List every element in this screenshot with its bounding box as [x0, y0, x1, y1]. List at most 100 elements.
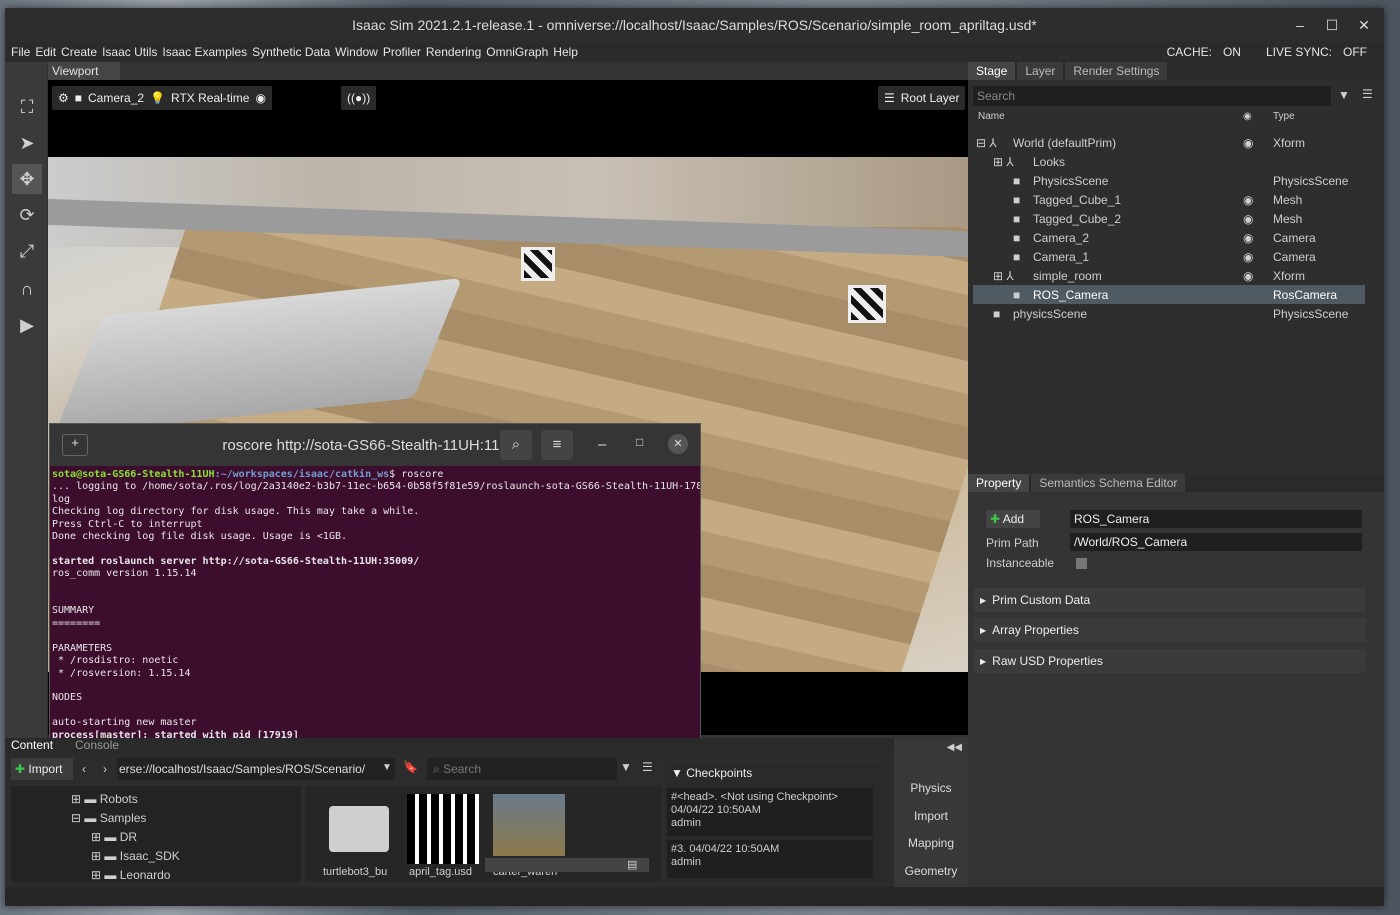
maximize-icon[interactable]: □	[636, 435, 643, 449]
section-array-properties[interactable]: ▶ Array Properties	[974, 618, 1366, 642]
eye-icon[interactable]: ◉	[1243, 193, 1273, 207]
menu-isaac-examples[interactable]: Isaac Examples	[162, 45, 247, 59]
tab-layer[interactable]: Layer	[1017, 62, 1064, 80]
terminal-titlebar[interactable]: + roscore http://sota-GS66-Stealth-11UH:…	[50, 424, 700, 466]
menu-help[interactable]: Help	[553, 45, 578, 59]
tab-console[interactable]: Console	[75, 738, 119, 752]
tab-property[interactable]: Property	[968, 474, 1030, 492]
checkpoint-item[interactable]: #<head>. <Not using Checkpoint> 04/04/22…	[667, 788, 873, 836]
expand-icon[interactable]: ⊞ ⅄	[973, 155, 1033, 169]
eye-icon[interactable]: ◉	[1243, 269, 1273, 283]
broadcast-icon[interactable]: ((●))	[341, 86, 377, 110]
content-search-input[interactable]: ⌕ Search	[427, 758, 617, 780]
menu-edit[interactable]: Edit	[35, 45, 56, 59]
close-icon[interactable]: ✕	[1353, 14, 1375, 36]
eye-icon[interactable]: ◉	[1243, 212, 1273, 226]
camera-name[interactable]: Camera_2	[88, 91, 144, 105]
rotate-icon[interactable]: ⟳	[12, 200, 42, 230]
tree-row-selected[interactable]: ■ ROS_Camera RosCamera	[973, 285, 1365, 304]
menu-rendering[interactable]: Rendering	[426, 45, 481, 59]
warehouse-thumbnail[interactable]	[493, 794, 565, 856]
menu-synthetic-data[interactable]: Synthetic Data	[252, 45, 330, 59]
tree-row[interactable]: ■ Tagged_Cube_1 ◉ Mesh	[973, 190, 1365, 209]
prim-path-field[interactable]: /World/ROS_Camera	[1070, 533, 1362, 551]
options-icon[interactable]: ☰	[642, 760, 653, 774]
move-icon[interactable]: ✥	[12, 164, 42, 194]
new-tab-icon[interactable]: +	[62, 434, 88, 456]
tree-folder[interactable]: ⊞ ▬ Isaac_SDK	[91, 849, 180, 863]
terminal-output[interactable]: sota@sota-GS66-Stealth-11UH:~/workspaces…	[50, 466, 700, 747]
dropdown-arrow-icon[interactable]: ▼	[382, 762, 392, 773]
bookmark-icon[interactable]: 🔖	[403, 760, 418, 774]
checkpoints-header[interactable]: ▼ Checkpoints	[665, 764, 887, 782]
section-raw-usd-properties[interactable]: ▶ Raw USD Properties	[974, 649, 1366, 673]
forward-icon[interactable]: ›	[103, 762, 107, 776]
tree-row[interactable]: ⊞ ⅄ Looks	[973, 152, 1365, 171]
column-type[interactable]: Type	[1273, 111, 1295, 125]
render-mode[interactable]: RTX Real-time	[171, 91, 249, 105]
search-icon[interactable]: ⌕	[500, 430, 532, 460]
tree-row[interactable]: ■ Camera_1 ◉ Camera	[973, 247, 1365, 266]
back-icon[interactable]: ‹	[82, 762, 86, 776]
live-sync-value[interactable]: OFF	[1343, 45, 1367, 59]
menu-window[interactable]: Window	[335, 45, 378, 59]
scale-icon[interactable]: ⤢	[12, 236, 42, 266]
section-prim-custom-data[interactable]: ▶ Prim Custom Data	[974, 588, 1366, 612]
close-icon[interactable]: ✕	[668, 434, 688, 454]
settings-icon[interactable]: ⚙	[58, 91, 69, 105]
eye-icon[interactable]: ◉	[1243, 231, 1273, 245]
instanceable-checkbox[interactable]	[1076, 558, 1087, 569]
select-frame-icon[interactable]: ⛶	[12, 92, 42, 122]
column-name[interactable]: Name	[973, 111, 1243, 125]
bulb-icon[interactable]: 💡	[150, 91, 165, 105]
tree-folder[interactable]: ⊞ ▬ Leonardo	[91, 868, 170, 882]
file-label[interactable]: april_tag.usd	[409, 866, 472, 878]
tab-viewport[interactable]: Viewport	[48, 62, 120, 80]
file-label[interactable]: turtlebot3_bu	[323, 866, 387, 878]
menu-isaac-utils[interactable]: Isaac Utils	[102, 45, 157, 59]
cache-value[interactable]: ON	[1223, 45, 1241, 59]
tree-row[interactable]: ■ PhysicsScene PhysicsScene	[973, 171, 1365, 190]
mapping-button[interactable]: Mapping	[894, 830, 968, 856]
tab-semantics-schema-editor[interactable]: Semantics Schema Editor	[1031, 474, 1186, 492]
prim-name-field[interactable]: ROS_Camera	[1070, 510, 1362, 528]
import-side-button[interactable]: Import	[894, 803, 968, 829]
play-icon[interactable]: ▶	[12, 310, 42, 340]
filter-icon[interactable]: ▼	[620, 760, 632, 774]
tab-stage[interactable]: Stage	[968, 62, 1016, 80]
title-bar[interactable]: Isaac Sim 2021.2.1-release.1 - omniverse…	[5, 8, 1384, 42]
menu-file[interactable]: File	[11, 45, 30, 59]
minimize-icon[interactable]: –	[1289, 14, 1311, 36]
select-cursor-icon[interactable]: ➤	[12, 128, 42, 158]
hamburger-menu-icon[interactable]: ≡	[541, 430, 573, 460]
add-button[interactable]: ✚ Add	[986, 510, 1040, 528]
menu-profiler[interactable]: Profiler	[383, 45, 421, 59]
geometry-button[interactable]: Geometry	[894, 858, 968, 884]
thumbnail-size-slider[interactable]	[485, 858, 649, 872]
expand-icon[interactable]: ⊞ ⅄	[973, 269, 1033, 283]
tab-render-settings[interactable]: Render Settings	[1065, 62, 1168, 80]
menu-create[interactable]: Create	[61, 45, 97, 59]
filter-icon[interactable]: ▼	[1338, 88, 1350, 102]
collapse-left-icon[interactable]: ◀◀	[947, 742, 962, 753]
menu-omnigraph[interactable]: OmniGraph	[486, 45, 548, 59]
maximize-icon[interactable]: ☐	[1321, 14, 1343, 36]
stage-search-input[interactable]: Search	[973, 86, 1331, 106]
eye-icon[interactable]: ◉	[255, 91, 265, 105]
eye-icon[interactable]: ◉	[1243, 136, 1273, 150]
tree-row[interactable]: ■ Tagged_Cube_2 ◉ Mesh	[973, 209, 1365, 228]
camera-icon[interactable]: ■	[75, 91, 82, 105]
import-button[interactable]: ✚ Import	[11, 758, 73, 780]
layer-indicator[interactable]: ☰ Root Layer	[878, 86, 966, 110]
collapse-icon[interactable]: ⊟ ⅄	[973, 136, 1013, 150]
tree-row[interactable]: ⊟ ⅄ World (defaultPrim) ◉ Xform	[973, 133, 1365, 152]
list-view-icon[interactable]: ▤	[627, 858, 637, 871]
tree-folder[interactable]: ⊟ ▬ Samples	[71, 811, 146, 825]
physics-button[interactable]: Physics	[894, 775, 968, 801]
terminal-window[interactable]: + roscore http://sota-GS66-Stealth-11UH:…	[49, 423, 701, 747]
snap-icon[interactable]: ∩	[12, 274, 42, 304]
minimize-icon[interactable]: –	[598, 436, 606, 453]
tree-folder[interactable]: ⊞ ▬ Robots	[71, 792, 138, 806]
options-icon[interactable]: ☰	[1362, 87, 1373, 101]
checkpoint-item[interactable]: #3. 04/04/22 10:50AM admin	[667, 840, 873, 878]
